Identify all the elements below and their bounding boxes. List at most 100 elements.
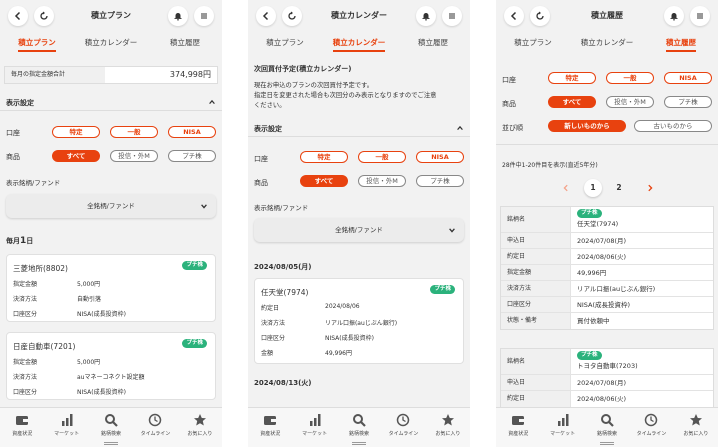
table-row: 銘柄名 プチ株 任天堂(7974): [501, 207, 713, 233]
star-icon: [689, 414, 702, 426]
card-row-value: NISA(成長投資枠): [325, 335, 374, 342]
nav-timeline[interactable]: タイムライン: [381, 408, 425, 447]
table-row: 約定日 2024/08/06(火): [501, 391, 713, 407]
product-label: 商品: [502, 100, 516, 108]
nav-market[interactable]: マーケット: [44, 408, 88, 447]
tab-history[interactable]: 積立履歴: [148, 32, 222, 52]
divider: [496, 144, 718, 145]
table-row: 申込日 2024/07/08(月): [501, 375, 713, 391]
account-nisa-button[interactable]: NISA: [168, 126, 216, 138]
product-all-button[interactable]: すべて: [52, 150, 100, 162]
clock-icon: [149, 413, 162, 427]
tab-calendar[interactable]: 積立カレンダー: [570, 32, 644, 52]
chevron-left-icon: [262, 11, 269, 21]
nav-favorites[interactable]: お気に入り: [674, 408, 718, 447]
card-row-value: 5,000円: [77, 281, 101, 288]
bell-icon: [670, 13, 678, 21]
refresh-button[interactable]: [34, 6, 54, 26]
home-indicator: [352, 442, 366, 445]
menu-button[interactable]: [194, 6, 214, 26]
bar-chart-icon: [557, 414, 569, 426]
tab-plan[interactable]: 積立プラン: [248, 32, 322, 52]
tab-calendar[interactable]: 積立カレンダー: [74, 32, 148, 52]
refresh-button[interactable]: [282, 6, 302, 26]
account-ippan-button[interactable]: 一般: [110, 126, 158, 138]
clock-icon: [645, 413, 658, 427]
chevron-down-icon: [201, 204, 207, 209]
product-petit-button[interactable]: プチ株: [416, 175, 464, 187]
notification-button[interactable]: [416, 6, 436, 26]
page-2-button[interactable]: 2: [610, 179, 628, 197]
tab-calendar[interactable]: 積立カレンダー: [322, 32, 396, 52]
notification-button[interactable]: [168, 6, 188, 26]
tab-history[interactable]: 積立履歴: [396, 32, 470, 52]
history-table[interactable]: 銘柄名 プチ株 任天堂(7974) 申込日 2024/07/08(月) 約定日 2024…: [500, 206, 714, 330]
back-button[interactable]: [256, 6, 276, 26]
search-icon: [601, 414, 614, 427]
card-row-label: 決済方法: [13, 374, 38, 381]
nav-favorites[interactable]: お気に入り: [178, 408, 222, 447]
chevron-up-icon[interactable]: [208, 98, 216, 106]
calendar-card[interactable]: 任天堂(7974) プチ株 約定日 2024/08/06 決済方法 リアル口振(…: [254, 278, 464, 364]
account-tokutei-button[interactable]: 特定: [52, 126, 100, 138]
product-fund-button[interactable]: 投信・外M: [110, 150, 158, 162]
nav-favorites[interactable]: お気に入り: [426, 408, 470, 447]
account-tokutei-button[interactable]: 特定: [548, 72, 596, 84]
tab-plan[interactable]: 積立プラン: [0, 32, 74, 52]
menu-button[interactable]: [690, 6, 710, 26]
account-nisa-button[interactable]: NISA: [416, 151, 464, 163]
product-all-button[interactable]: すべて: [548, 96, 596, 108]
sort-oldest-button[interactable]: 古いものから: [634, 120, 712, 132]
nav-timeline[interactable]: タイムライン: [629, 408, 673, 447]
account-ippan-button[interactable]: 一般: [606, 72, 654, 84]
notice-text: 指定日を変更された場合も次回分のみ表示となりますのでご注意: [254, 92, 437, 99]
product-all-button[interactable]: すべて: [300, 175, 348, 187]
main-content: 次回買付予定(積立カレンダー) 現在お申込のプランの次回買付予定です。 指定日を…: [248, 52, 470, 419]
prev-page-icon[interactable]: [562, 184, 570, 192]
bar-chart-icon: [61, 414, 73, 426]
account-ippan-button[interactable]: 一般: [358, 151, 406, 163]
account-nisa-button[interactable]: NISA: [664, 72, 712, 84]
menu-button[interactable]: [442, 6, 462, 26]
sort-newest-button[interactable]: 新しいものから: [548, 120, 626, 132]
tab-history[interactable]: 積立履歴: [644, 32, 718, 52]
account-tokutei-button[interactable]: 特定: [300, 151, 348, 163]
plan-card[interactable]: 三菱地所(8802) プチ株 指定金額 5,000円 決済方法 自動引落 口座区…: [6, 254, 216, 322]
history-table[interactable]: 銘柄名 プチ株 トヨタ自動車(7203) 申込日 2024/07/08(月) 約定日 2…: [500, 348, 714, 408]
nav-timeline[interactable]: タイムライン: [133, 408, 177, 447]
nav-assets[interactable]: 資産状況: [248, 408, 292, 447]
chevron-left-icon: [510, 11, 517, 21]
search-icon: [353, 414, 366, 427]
back-button[interactable]: [8, 6, 28, 26]
monthly-total-box: 毎月の指定金額合計 374,998円: [4, 66, 218, 84]
fund-select-value: 全銘柄/ファンド: [335, 226, 383, 234]
divider: [0, 110, 222, 111]
nav-market[interactable]: マーケット: [292, 408, 336, 447]
product-fund-button[interactable]: 投信・外M: [606, 96, 654, 108]
product-label: 商品: [6, 153, 20, 161]
back-button[interactable]: [504, 6, 524, 26]
bell-icon: [422, 13, 430, 21]
product-petit-button[interactable]: プチ株: [168, 150, 216, 162]
clock-icon: [397, 413, 410, 427]
plan-card[interactable]: 日産自動車(7201) プチ株 指定金額 5,000円 決済方法 auマネーコネ…: [6, 332, 216, 400]
next-page-icon[interactable]: [646, 184, 654, 192]
nav-assets[interactable]: 資産状況: [496, 408, 540, 447]
nav-assets[interactable]: 資産状況: [0, 408, 44, 447]
fund-select[interactable]: 全銘柄/ファンド: [254, 218, 464, 242]
tab-plan[interactable]: 積立プラン: [496, 32, 570, 52]
nav-market[interactable]: マーケット: [540, 408, 584, 447]
table-row: 約定日 2024/08/06(火): [501, 249, 713, 265]
chevron-down-icon: [449, 228, 455, 233]
chevron-up-icon[interactable]: [456, 124, 464, 132]
card-row-label: 指定金額: [13, 281, 38, 288]
fund-select[interactable]: 全銘柄/ファンド: [6, 194, 216, 218]
product-petit-button[interactable]: プチ株: [664, 96, 712, 108]
notice-text: ください。: [254, 102, 286, 109]
product-fund-button[interactable]: 投信・外M: [358, 175, 406, 187]
notification-button[interactable]: [664, 6, 684, 26]
notice-text: 現在お申込のプランの次回買付予定です。: [254, 82, 374, 89]
page-1-button[interactable]: 1: [584, 179, 602, 197]
refresh-button[interactable]: [530, 6, 550, 26]
display-settings-heading: 表示設定: [6, 99, 34, 107]
